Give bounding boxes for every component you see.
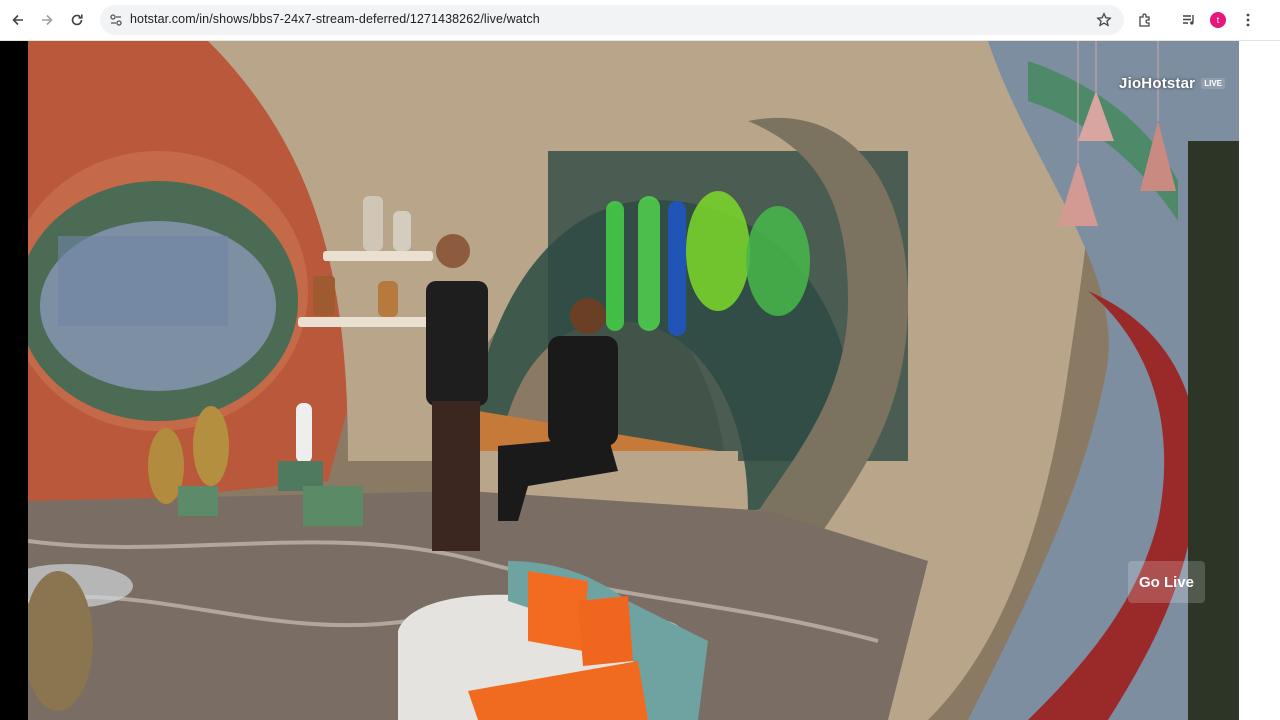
profile-avatar[interactable]: t [1210, 12, 1226, 28]
go-live-button[interactable]: Go Live [1128, 561, 1205, 603]
browser-toolbar: hotstar.com/in/shows/bbs7-24x7-stream-de… [0, 0, 1280, 41]
channel-logo: JioHotstar LIVE [1119, 75, 1225, 92]
bookmark-star-icon[interactable] [1096, 12, 1112, 28]
media-controls-icon[interactable] [1177, 8, 1201, 32]
live-badge: LIVE [1201, 78, 1225, 89]
video-player[interactable]: JioHotstar LIVE [28, 41, 1239, 720]
extensions-icon[interactable] [1133, 8, 1157, 32]
page-right-edge [1239, 41, 1280, 720]
kebab-menu-icon[interactable] [1236, 8, 1260, 32]
video-frame [28, 41, 1239, 720]
left-letterbox [0, 41, 28, 720]
url-text[interactable]: hotstar.com/in/shows/bbs7-24x7-stream-de… [130, 12, 540, 26]
reload-icon[interactable] [65, 8, 89, 32]
brand-name: JioHotstar [1119, 75, 1196, 92]
forward-icon[interactable] [35, 8, 59, 32]
back-icon[interactable] [6, 8, 30, 32]
address-bar[interactable]: hotstar.com/in/shows/bbs7-24x7-stream-de… [100, 5, 1124, 35]
site-info-icon[interactable] [108, 12, 124, 28]
